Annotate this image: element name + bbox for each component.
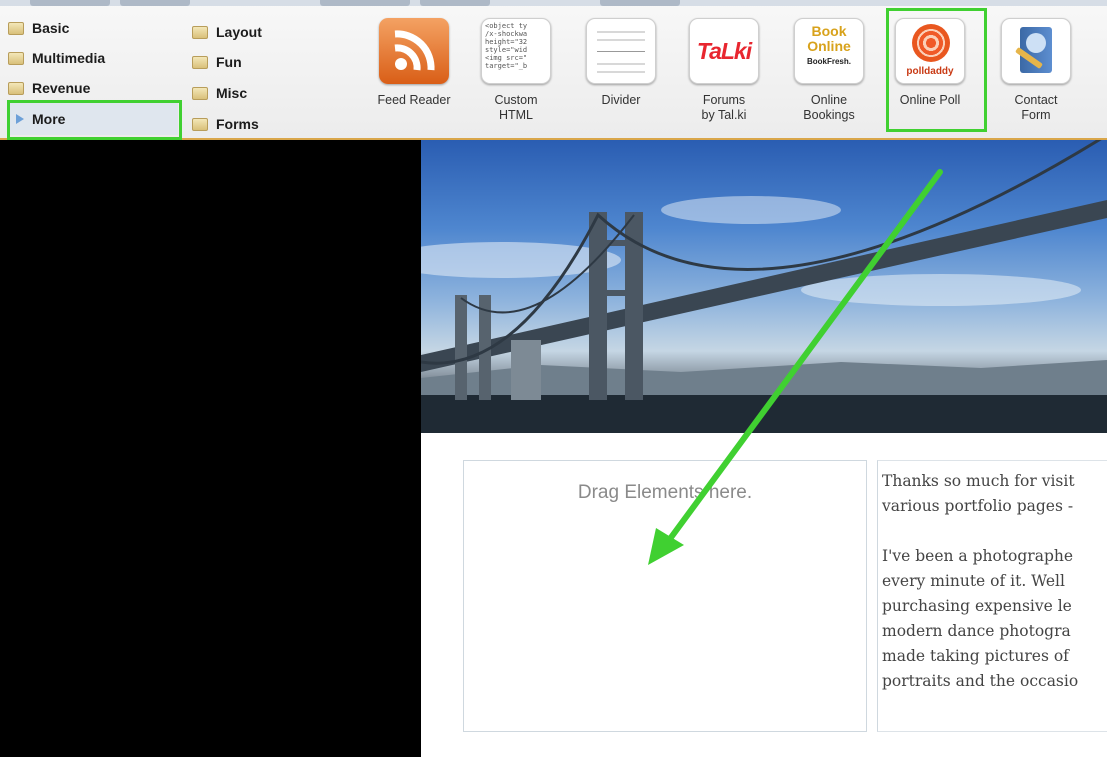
text-line: made taking pictures of: [882, 647, 1069, 665]
tool-label: Custom HTML: [494, 93, 538, 122]
category-label: Misc: [216, 85, 248, 101]
tool-contact-form[interactable]: Contact Form: [990, 14, 1082, 136]
talki-logo-icon: TaLki: [689, 18, 759, 84]
tool-label: Online Bookings: [803, 93, 855, 122]
text-line: various portfolio pages -: [882, 497, 1074, 515]
category-multimedia[interactable]: Multimedia: [8, 50, 105, 66]
folder-icon: [192, 55, 208, 69]
folder-icon: [192, 25, 208, 39]
expand-arrow-icon: [16, 114, 24, 124]
category-label: Forms: [216, 116, 259, 132]
polldaddy-text: polldaddy: [906, 66, 954, 77]
bookfresh-online-text: Online: [807, 38, 851, 54]
category-misc[interactable]: Misc: [192, 85, 247, 101]
tool-online-bookings[interactable]: Book Online BookFresh. Online Bookings: [783, 14, 875, 136]
element-toolbar: Basic Multimedia Revenue More Layout Fun…: [0, 0, 1107, 140]
category-revenue[interactable]: Revenue: [8, 80, 90, 96]
tool-forums-talki[interactable]: TaLki Forums by Tal.ki: [678, 14, 770, 136]
tool-custom-html[interactable]: <object ty /x-shockwa height="32 style="…: [470, 14, 562, 136]
category-layout[interactable]: Layout: [192, 24, 262, 40]
text-block[interactable]: Thanks so much for visit various portfol…: [877, 460, 1107, 732]
text-line: purchasing expensive le: [882, 597, 1072, 615]
left-black-pane: [0, 140, 421, 757]
category-label: Fun: [216, 54, 242, 70]
drop-zone[interactable]: Drag Elements here.: [463, 460, 867, 732]
bookfresh-book-text: Book: [811, 23, 847, 39]
top-tab-strip: [0, 0, 1107, 6]
text-line: Thanks so much for visit: [882, 472, 1075, 490]
tool-label: Online Poll: [899, 93, 961, 107]
tool-label: Forums by Tal.ki: [701, 93, 747, 122]
html-code-icon: <object ty /x-shockwa height="32 style="…: [481, 18, 551, 84]
folder-icon: [8, 81, 24, 95]
text-line: modern dance photogra: [882, 622, 1071, 640]
category-basic[interactable]: Basic: [8, 20, 69, 36]
tool-label: Contact Form: [1014, 93, 1058, 122]
folder-icon: [192, 86, 208, 100]
bookfresh-icon: Book Online BookFresh.: [794, 18, 864, 84]
tool-label: Divider: [601, 93, 641, 107]
text-line: I've been a photographe: [882, 547, 1074, 565]
divider-icon: [586, 18, 656, 84]
category-label: Layout: [216, 24, 262, 40]
drop-zone-placeholder: Drag Elements here.: [577, 482, 753, 503]
bookfresh-brand-text: BookFresh.: [806, 57, 851, 66]
text-line: every minute of it. Well: [882, 572, 1065, 590]
folder-icon: [192, 117, 208, 131]
category-more[interactable]: More: [10, 103, 178, 135]
category-label: Revenue: [32, 80, 91, 96]
category-label: More: [32, 111, 66, 127]
category-label: Basic: [32, 20, 70, 36]
folder-icon: [8, 51, 24, 65]
category-forms[interactable]: Forms: [192, 116, 259, 132]
tool-feed-reader[interactable]: Feed Reader: [368, 14, 460, 136]
bridge-header-image: [421, 140, 1107, 433]
folder-icon: [8, 21, 24, 35]
tool-label: Feed Reader: [377, 93, 451, 107]
category-fun[interactable]: Fun: [192, 54, 242, 70]
tool-online-poll[interactable]: polldaddy Online Poll: [884, 14, 976, 136]
text-line: portraits and the occasio: [882, 672, 1079, 690]
rss-feed-icon: [379, 18, 449, 84]
tool-divider[interactable]: Divider: [575, 14, 667, 136]
contact-book-icon: [1001, 18, 1071, 84]
category-label: Multimedia: [32, 50, 106, 66]
polldaddy-icon: polldaddy: [895, 18, 965, 84]
